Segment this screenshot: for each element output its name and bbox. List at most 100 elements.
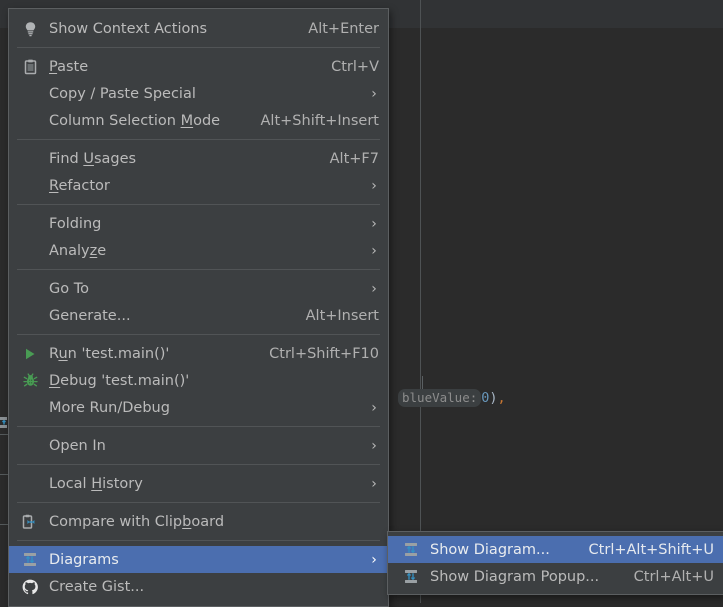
no-icon-spacer <box>19 279 41 299</box>
menu-item-copy-paste-special[interactable]: Copy / Paste Special › <box>9 80 388 107</box>
menu-item-label: Diagrams <box>49 551 119 568</box>
menu-item-label: Compare with Clipboard <box>49 514 379 530</box>
mnemonic-char: P <box>49 58 58 75</box>
menu-item-run-test-main[interactable]: Run 'test.main()' Ctrl+Shift+F10 <box>9 340 388 367</box>
chevron-right-icon: › <box>371 551 377 568</box>
menu-item-open-in[interactable]: Open In › <box>9 432 388 459</box>
no-icon-spacer <box>19 111 41 131</box>
menu-item-generate[interactable]: Generate... Alt+Insert <box>9 302 388 329</box>
menu-separator <box>17 426 380 427</box>
chevron-right-icon: › <box>371 399 377 416</box>
code-token-comma: , <box>497 390 506 406</box>
diagram-icon <box>400 567 422 587</box>
chevron-right-icon: › <box>371 85 377 102</box>
menu-item-label: Create Gist... <box>49 578 145 595</box>
menu-item-analyze[interactable]: Analyze › <box>9 237 388 264</box>
menu-item-shortcut: Alt+F7 <box>329 150 379 167</box>
menu-item-show-context-actions[interactable]: Show Context Actions Alt+Enter <box>9 15 388 42</box>
run-icon <box>19 344 41 364</box>
menu-item-label: Open In <box>49 437 106 454</box>
menu-separator <box>17 464 380 465</box>
menu-item-find-usages[interactable]: Find Usages Alt+F7 <box>9 145 388 172</box>
clipboard-icon <box>19 57 41 77</box>
editor-context-menu[interactable]: Show Context Actions Alt+Enter Paste Ctr… <box>8 8 389 607</box>
menu-item-label: Folding <box>49 215 102 232</box>
menu-separator <box>17 47 380 48</box>
menu-item-compare-with-clipboard[interactable]: Compare with Clipboard <box>9 508 388 535</box>
menu-item-shortcut: Alt+Shift+Insert <box>260 112 379 129</box>
no-icon-spacer <box>19 474 41 494</box>
menu-item-label: Run 'test.main()' <box>49 346 247 362</box>
menu-item-shortcut: Alt+Insert <box>305 307 379 324</box>
menu-item-label-before: Local <box>49 475 92 492</box>
code-line-inlay-hint: blueValue: 0), <box>398 389 506 407</box>
edge-partial-icon <box>0 416 7 429</box>
submenu-item-shortcut: Ctrl+Alt+Shift+U <box>588 541 714 558</box>
menu-separator <box>17 204 380 205</box>
chevron-right-icon: › <box>371 215 377 232</box>
code-token-paren: ) <box>489 390 498 406</box>
menu-item-label-after: istory <box>102 475 143 492</box>
chevron-right-icon: › <box>371 177 377 194</box>
menu-item-more-run-debug[interactable]: More Run/Debug › <box>9 394 388 421</box>
menu-separator <box>17 334 380 335</box>
menu-item-label: Local History <box>49 476 349 492</box>
mnemonic-char: u <box>58 345 68 362</box>
menu-item-diagrams[interactable]: Diagrams › <box>9 546 388 573</box>
menu-item-label-after: e <box>97 242 107 259</box>
mnemonic-char: U <box>83 150 94 167</box>
menu-item-label: Paste <box>49 59 309 75</box>
chevron-right-icon: › <box>371 475 377 492</box>
submenu-item-show-diagram[interactable]: Show Diagram... Ctrl+Alt+Shift+U <box>388 536 723 563</box>
no-icon-spacer <box>19 241 41 261</box>
menu-item-refactor[interactable]: Refactor › <box>9 172 388 199</box>
menu-separator <box>17 139 380 140</box>
menu-item-shortcut: Ctrl+V <box>331 58 379 75</box>
menu-item-shortcut: Alt+Enter <box>308 20 379 37</box>
menu-item-label-before: Analy <box>49 242 90 259</box>
no-icon-spacer <box>19 398 41 418</box>
diagrams-submenu[interactable]: Show Diagram... Ctrl+Alt+Shift+U Show Di… <box>387 531 723 595</box>
lightbulb-icon <box>19 19 41 39</box>
menu-item-label-after: ode <box>193 112 221 129</box>
menu-item-local-history[interactable]: Local History › <box>9 470 388 497</box>
no-icon-spacer <box>19 149 41 169</box>
menu-item-column-selection-mode[interactable]: Column Selection Mode Alt+Shift+Insert <box>9 107 388 134</box>
submenu-item-label: Show Diagram... <box>430 541 550 558</box>
menu-item-label-after: n 'test.main()' <box>67 345 170 362</box>
menu-item-label: Show Context Actions <box>49 20 208 37</box>
submenu-item-show-diagram-popup[interactable]: Show Diagram Popup... Ctrl+Alt+U <box>388 563 723 590</box>
mnemonic-char: b <box>182 513 192 530</box>
menu-item-paste[interactable]: Paste Ctrl+V <box>9 53 388 80</box>
no-icon-spacer <box>19 306 41 326</box>
menu-item-label-after: ebug 'test.main()' <box>60 372 190 389</box>
menu-item-label-before: Find <box>49 150 84 167</box>
menu-item-folding[interactable]: Folding › <box>9 210 388 237</box>
no-icon-spacer <box>19 436 41 456</box>
menu-item-label-after: aste <box>57 58 89 75</box>
submenu-item-label: Show Diagram Popup... <box>430 568 600 585</box>
compare-clipboard-icon <box>19 512 41 532</box>
menu-item-label-before: Compare with Clip <box>49 513 183 530</box>
menu-item-label: Go To <box>49 280 89 297</box>
menu-separator <box>17 502 380 503</box>
menu-separator <box>17 540 380 541</box>
editor-guide-line <box>420 0 421 603</box>
menu-item-go-to[interactable]: Go To › <box>9 275 388 302</box>
menu-item-create-gist[interactable]: Create Gist... <box>9 573 388 600</box>
submenu-item-shortcut: Ctrl+Alt+U <box>633 568 714 585</box>
menu-item-label-before: Column Selection <box>49 112 181 129</box>
editor-gutter-lower <box>390 28 420 603</box>
menu-item-label: Generate... <box>49 307 131 324</box>
menu-item-shortcut: Ctrl+Shift+F10 <box>269 345 379 362</box>
menu-item-label: Debug 'test.main()' <box>49 373 357 389</box>
menu-separator <box>17 269 380 270</box>
menu-item-label-after: sages <box>93 150 137 167</box>
no-icon-spacer <box>19 176 41 196</box>
menu-item-label: Column Selection Mode <box>49 113 239 129</box>
no-icon-spacer <box>19 214 41 234</box>
menu-item-label: Analyze <box>49 243 349 259</box>
debug-icon <box>19 371 41 391</box>
menu-item-label: Copy / Paste Special <box>49 85 196 102</box>
menu-item-debug-test-main[interactable]: Debug 'test.main()' <box>9 367 388 394</box>
